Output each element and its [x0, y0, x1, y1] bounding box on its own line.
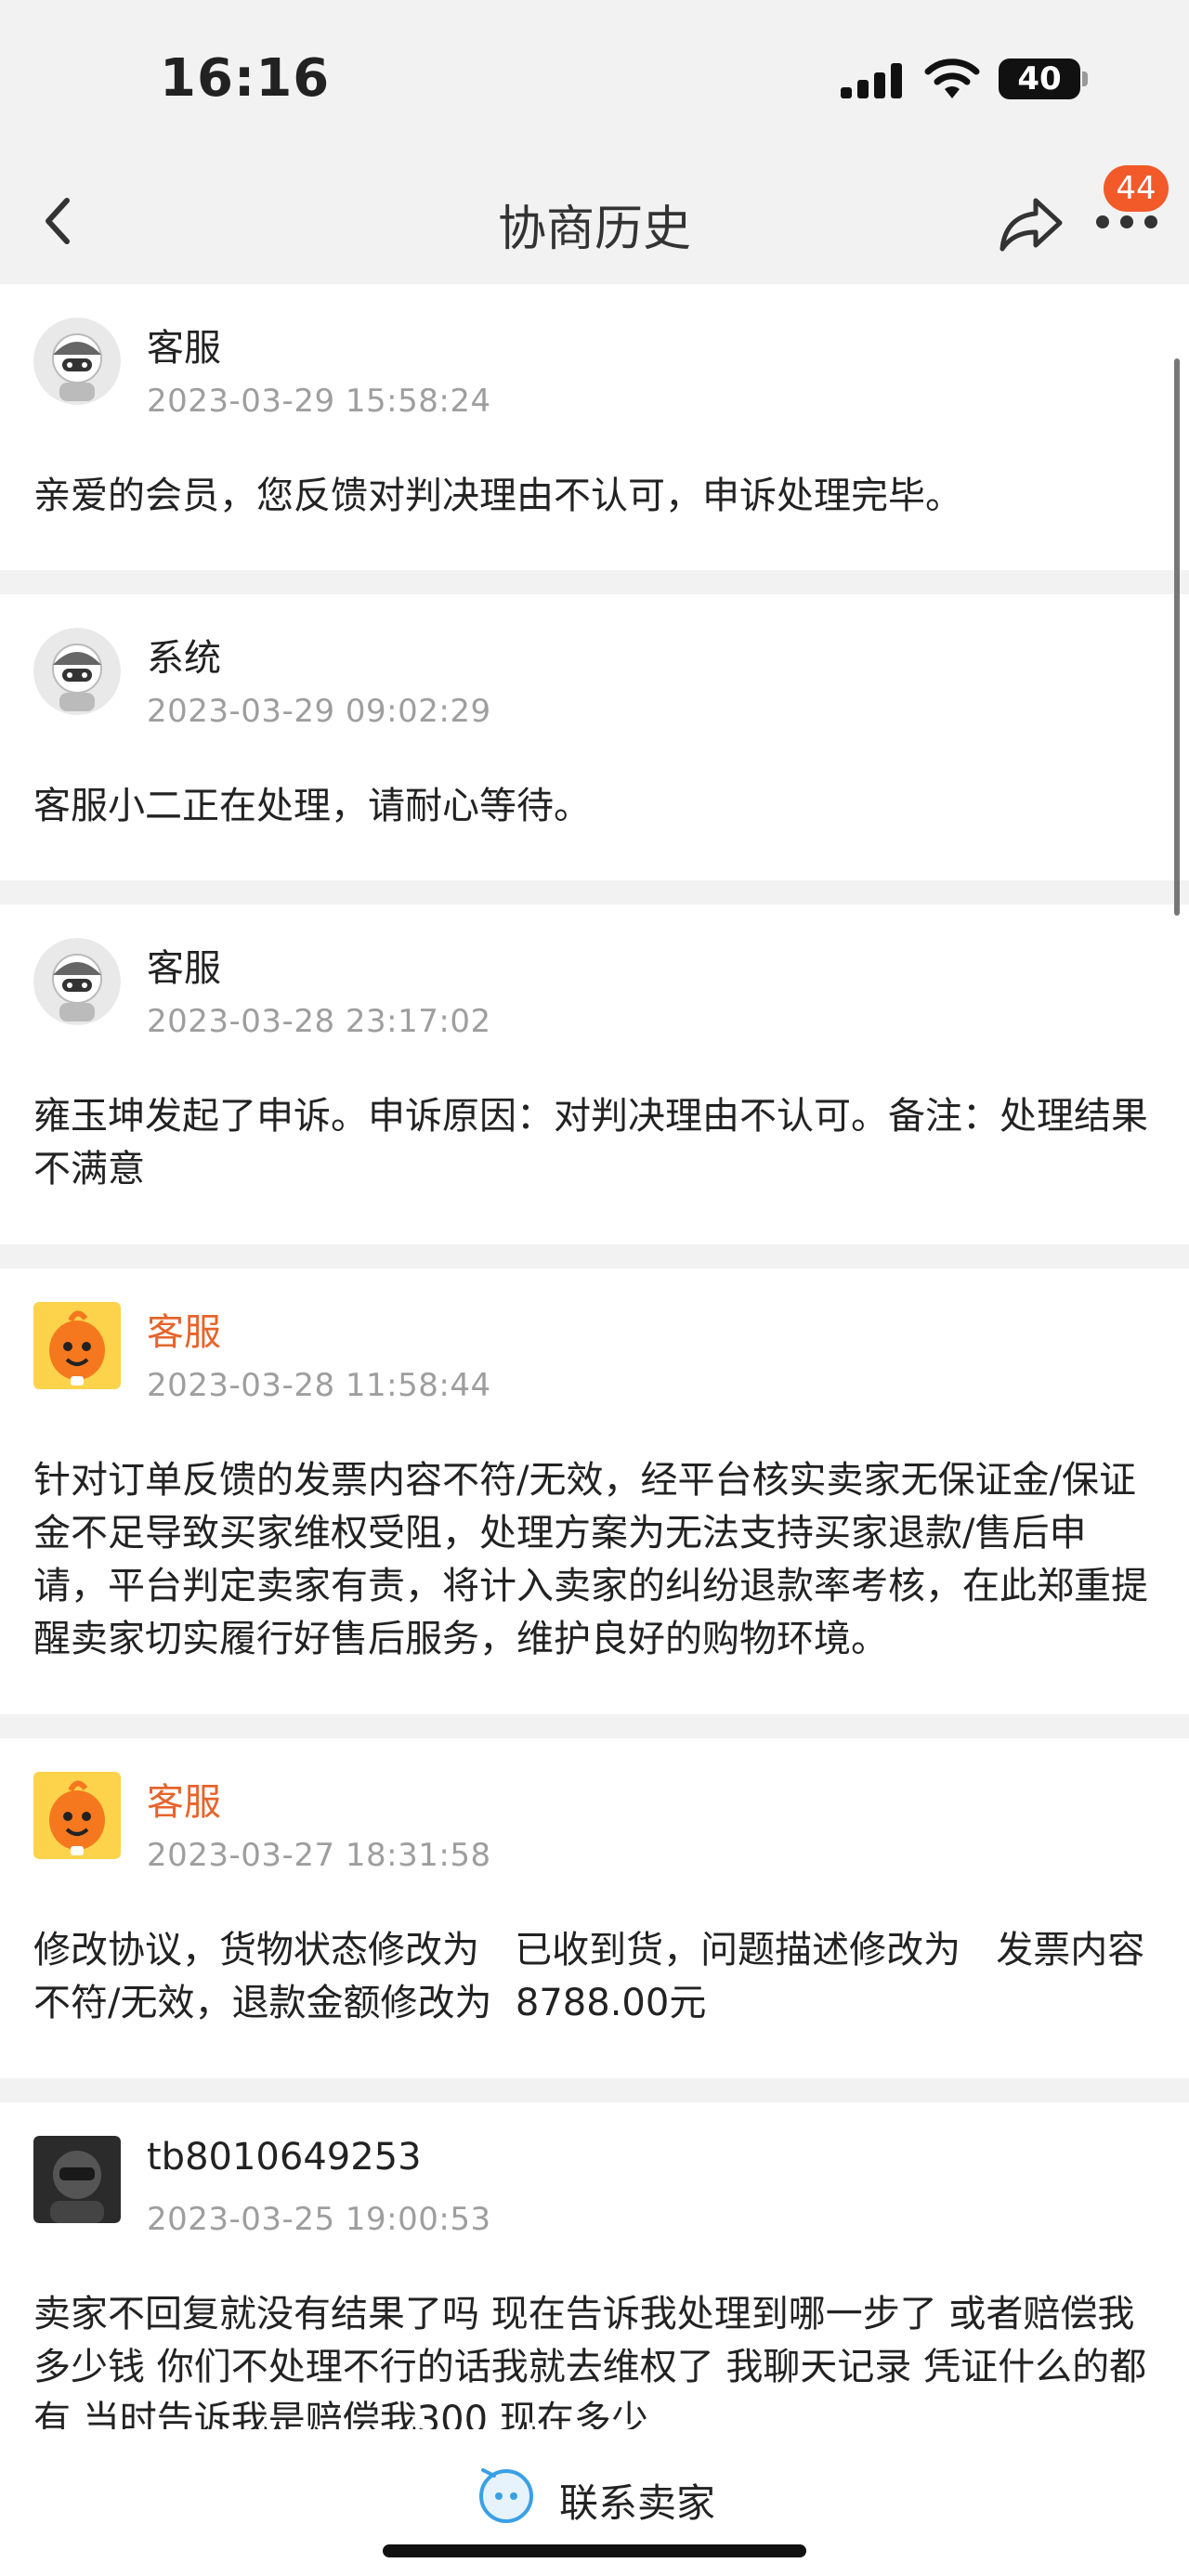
- history-entry: tb8010649253 2023-03-25 19:00:53 卖家不回复就没…: [0, 2102, 1189, 2429]
- bottom-bar: 联系卖家: [0, 2429, 1189, 2576]
- robot-avatar-icon: [33, 318, 121, 405]
- history-entry: 客服 2023-03-29 15:58:24 亲爱的会员，您反馈对判决理由不认可…: [0, 284, 1189, 570]
- entry-author: 客服: [147, 327, 221, 370]
- entry-author: tb8010649253: [147, 2136, 422, 2179]
- more-options-icon[interactable]: [1096, 215, 1161, 234]
- scrollbar[interactable]: [1174, 358, 1180, 916]
- chat-bubble-icon: [479, 2468, 533, 2523]
- history-entry: 客服 2023-03-27 18:31:58 修改协议，货物状态修改为 已收到货…: [0, 1738, 1189, 2078]
- orange-mascot-icon: [33, 1302, 121, 1389]
- negotiation-history-list[interactable]: 客服 2023-03-29 15:58:24 亲爱的会员，您反馈对判决理由不认可…: [0, 284, 1189, 2429]
- entry-timestamp: 2023-03-28 11:58:44: [147, 1367, 491, 1404]
- cellular-signal-icon: [841, 61, 906, 98]
- entry-timestamp: 2023-03-28 23:17:02: [147, 1003, 491, 1040]
- entry-author: 客服: [147, 1311, 221, 1354]
- entry-message: 卖家不回复就没有结果了吗 现在告诉我处理到哪一步了 或者赔偿我多少钱 你们不处理…: [33, 2293, 1147, 2429]
- battery-level-text: 40: [1017, 60, 1062, 98]
- entry-author: 客服: [147, 1781, 221, 1824]
- share-icon[interactable]: [999, 195, 1064, 253]
- status-time: 16:16: [160, 48, 331, 109]
- entry-timestamp: 2023-03-29 15:58:24: [147, 383, 491, 420]
- status-bar: 16:16 40: [0, 0, 1189, 158]
- contact-seller-label: 联系卖家: [559, 2480, 716, 2526]
- entry-message: 客服小二正在处理，请耐心等待。: [33, 785, 591, 827]
- notification-badge: 44: [1104, 165, 1169, 212]
- history-entry: 客服 2023-03-28 11:58:44 针对订单反馈的发票内容不符/无效，…: [0, 1268, 1189, 1714]
- entry-message: 修改协议，货物状态修改为 已收到货，问题描述修改为 发票内容不符/无效，退款金额…: [33, 1929, 1145, 2024]
- entry-timestamp: 2023-03-29 09:02:29: [147, 693, 491, 730]
- entry-message: 针对订单反馈的发票内容不符/无效，经平台核实卖家无保证金/保证金不足导致买家维权…: [33, 1459, 1148, 1660]
- home-indicator: [383, 2544, 806, 2557]
- history-entry: 系统 2023-03-29 09:02:29 客服小二正在处理，请耐心等待。: [0, 594, 1189, 880]
- robot-avatar-icon: [33, 938, 121, 1025]
- history-entry: 客服 2023-03-28 23:17:02 雍玉坤发起了申诉。申诉原因：对判决…: [0, 904, 1189, 1244]
- battery-cap: [1082, 72, 1088, 86]
- entry-timestamp: 2023-03-27 18:31:58: [147, 1837, 491, 1874]
- orange-mascot-icon: [33, 1772, 121, 1859]
- wifi-icon: [924, 59, 980, 98]
- entry-author: 客服: [147, 947, 221, 990]
- entry-message: 雍玉坤发起了申诉。申诉原因：对判决理由不认可。备注：处理结果不满意: [33, 1095, 1148, 1190]
- robot-avatar-icon: [33, 628, 121, 715]
- user-photo-icon: [33, 2136, 121, 2223]
- entry-message: 亲爱的会员，您反馈对判决理由不认可，申诉处理完毕。: [33, 475, 962, 517]
- entry-author: 系统: [147, 637, 221, 680]
- battery-icon: 40: [999, 59, 1080, 99]
- nav-bar: 协商历史: [0, 158, 1189, 284]
- entry-timestamp: 2023-03-25 19:00:53: [147, 2201, 491, 2238]
